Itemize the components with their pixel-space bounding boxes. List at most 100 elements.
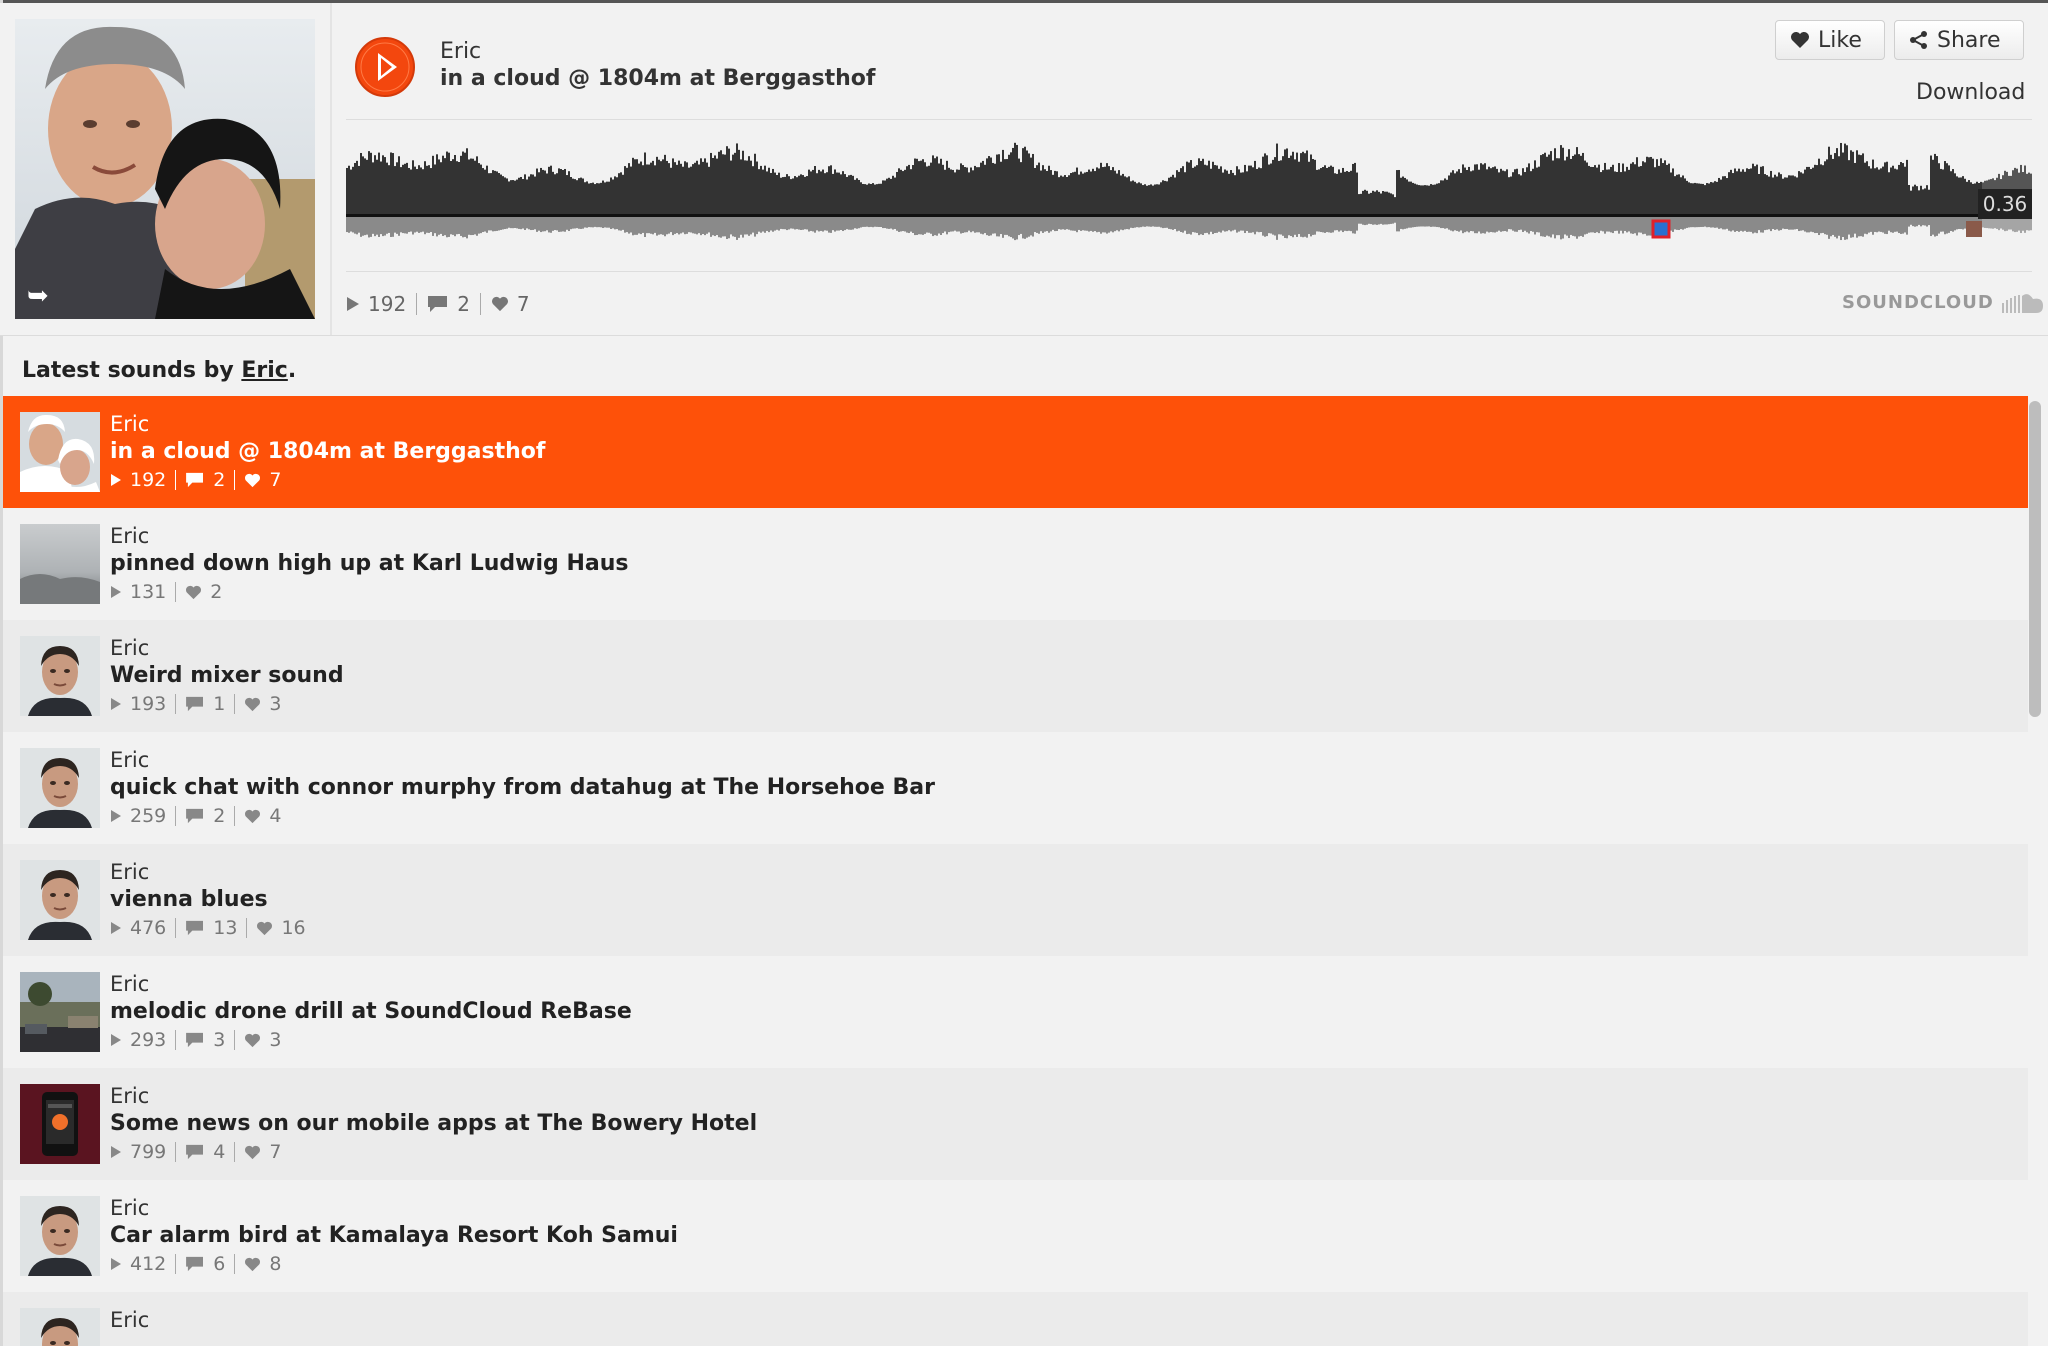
heart-icon — [186, 585, 202, 599]
stat-separator — [234, 1030, 236, 1050]
track-thumbnail[interactable] — [20, 524, 100, 604]
play-button[interactable] — [355, 37, 415, 97]
heart-icon — [257, 921, 273, 935]
comments-stat[interactable]: 4 — [185, 1141, 225, 1163]
track-user[interactable]: Eric — [110, 1308, 149, 1332]
track-title[interactable]: Some news on our mobile apps at The Bowe… — [110, 1111, 757, 1136]
track-title[interactable]: in a cloud @ 1804m at Berggasthof — [110, 439, 545, 464]
waveform-bars — [346, 142, 2032, 241]
track-title[interactable]: Car alarm bird at Kamalaya Resort Koh Sa… — [110, 1223, 678, 1248]
plays-stat: 476 — [110, 917, 166, 939]
heart-icon — [1791, 32, 1809, 48]
soundcloud-logo[interactable]: SOUNDCLOUD — [1842, 292, 2044, 313]
likes-count: 3 — [269, 693, 282, 715]
track-row[interactable]: Eric in a cloud @ 1804m at Berggasthof 192… — [3, 396, 2028, 508]
likes-stat[interactable]: 8 — [244, 1253, 281, 1275]
track-thumbnail[interactable] — [20, 1196, 100, 1276]
track-row[interactable]: Eric quick chat with connor murphy from d… — [3, 732, 2028, 844]
likes-stat[interactable]: 3 — [244, 1029, 281, 1051]
likes-stat[interactable]: 3 — [244, 693, 281, 715]
track-title[interactable]: pinned down high up at Karl Ludwig Haus — [110, 551, 628, 576]
track-thumbnail[interactable] — [20, 972, 100, 1052]
track-user[interactable]: Eric — [110, 636, 149, 660]
track-thumbnail[interactable] — [20, 1084, 100, 1164]
share-arrow-icon[interactable]: ➥ — [27, 281, 49, 311]
track-row[interactable]: Eric Car alarm bird at Kamalaya Resort Ko… — [3, 1180, 2028, 1292]
likes-count: 4 — [269, 805, 282, 827]
comments-stat[interactable]: 6 — [185, 1253, 225, 1275]
scrollbar-thumb[interactable] — [2029, 401, 2041, 717]
track-title[interactable]: quick chat with connor murphy from datah… — [110, 775, 935, 800]
likes-stat[interactable]: 7 — [244, 1141, 281, 1163]
track-user[interactable]: Eric — [110, 748, 149, 772]
track-thumbnail[interactable] — [20, 1308, 100, 1346]
stat-separator — [175, 806, 177, 826]
likes-stat[interactable]: 4 — [244, 805, 281, 827]
likes-stat[interactable]: 7 — [244, 469, 281, 491]
thumbnail-image — [20, 748, 100, 828]
likes-stat[interactable]: 7 — [491, 292, 530, 316]
stat-separator — [175, 582, 177, 602]
track-row[interactable]: Eric melodic drone drill at SoundCloud Re… — [3, 956, 2028, 1068]
likes-stat[interactable]: 16 — [256, 917, 306, 939]
track-user[interactable]: Eric — [110, 412, 149, 436]
track-thumbnail[interactable] — [20, 860, 100, 940]
latest-heading: Latest sounds by Eric. — [22, 358, 296, 383]
header-divider — [330, 3, 332, 335]
track-thumbnail[interactable] — [20, 412, 100, 492]
plays-count: 412 — [130, 1253, 167, 1275]
track-stats: 192 2 7 — [346, 291, 530, 317]
cloud-icon — [2001, 293, 2043, 313]
thumbnail-image — [20, 524, 100, 604]
comments-stat[interactable]: 2 — [185, 469, 225, 491]
track-row[interactable]: Eric — [3, 1292, 2028, 1346]
track-user[interactable]: Eric — [110, 524, 149, 548]
stat-separator — [175, 1030, 177, 1050]
play-count-icon — [111, 1258, 121, 1270]
stat-separator — [175, 470, 177, 490]
latest-user-link[interactable]: Eric — [241, 358, 287, 383]
track-stats: 293 3 3 — [110, 1028, 281, 1052]
comment-avatar-marker[interactable] — [1966, 221, 1982, 237]
track-user[interactable]: Eric — [110, 972, 149, 996]
brand-text: SOUNDCLOUD — [1842, 292, 1994, 313]
track-user[interactable]: Eric — [440, 39, 481, 64]
track-user[interactable]: Eric — [110, 1196, 149, 1220]
track-title[interactable]: vienna blues — [110, 887, 268, 912]
comments-stat[interactable]: 3 — [185, 1029, 225, 1051]
track-title[interactable]: in a cloud @ 1804m at Berggasthof — [440, 66, 875, 91]
track-stats: 476 13 16 — [110, 916, 306, 940]
comments-stat[interactable]: 1 — [185, 693, 225, 715]
track-title[interactable]: Weird mixer sound — [110, 663, 344, 688]
track-row[interactable]: Eric Some news on our mobile apps at The … — [3, 1068, 2028, 1180]
thumbnail-image — [20, 972, 100, 1052]
track-row[interactable]: Eric pinned down high up at Karl Ludwig H… — [3, 508, 2028, 620]
waveform[interactable] — [346, 129, 2032, 259]
likes-stat[interactable]: 2 — [185, 581, 222, 603]
track-stats: 259 2 4 — [110, 804, 281, 828]
comments-stat[interactable]: 2 — [185, 805, 225, 827]
track-title[interactable]: melodic drone drill at SoundCloud ReBase — [110, 999, 632, 1024]
likes-count: 7 — [269, 469, 282, 491]
stat-separator — [479, 293, 481, 315]
latest-prefix: Latest sounds by — [22, 358, 242, 383]
comment-icon — [186, 1256, 204, 1272]
comment-avatar-marker[interactable] — [1651, 219, 1671, 239]
comments-stat[interactable]: 2 — [427, 292, 470, 316]
comments-stat[interactable]: 13 — [185, 917, 237, 939]
track-row[interactable]: Eric Weird mixer sound 193 1 3 — [3, 620, 2028, 732]
play-count-icon — [111, 1034, 121, 1046]
like-button[interactable]: Like — [1775, 20, 1885, 60]
track-row[interactable]: Eric vienna blues 476 13 16 — [3, 844, 2028, 956]
heart-icon — [245, 1033, 261, 1047]
track-user[interactable]: Eric — [110, 860, 149, 884]
plays-count: 799 — [130, 1141, 167, 1163]
stat-separator — [175, 694, 177, 714]
plays-stat: 412 — [110, 1253, 166, 1275]
share-button[interactable]: Share — [1894, 20, 2024, 60]
track-artwork[interactable]: ➥ — [15, 19, 315, 319]
track-thumbnail[interactable] — [20, 636, 100, 716]
download-link[interactable]: Download — [1916, 80, 2025, 105]
track-thumbnail[interactable] — [20, 748, 100, 828]
track-user[interactable]: Eric — [110, 1084, 149, 1108]
